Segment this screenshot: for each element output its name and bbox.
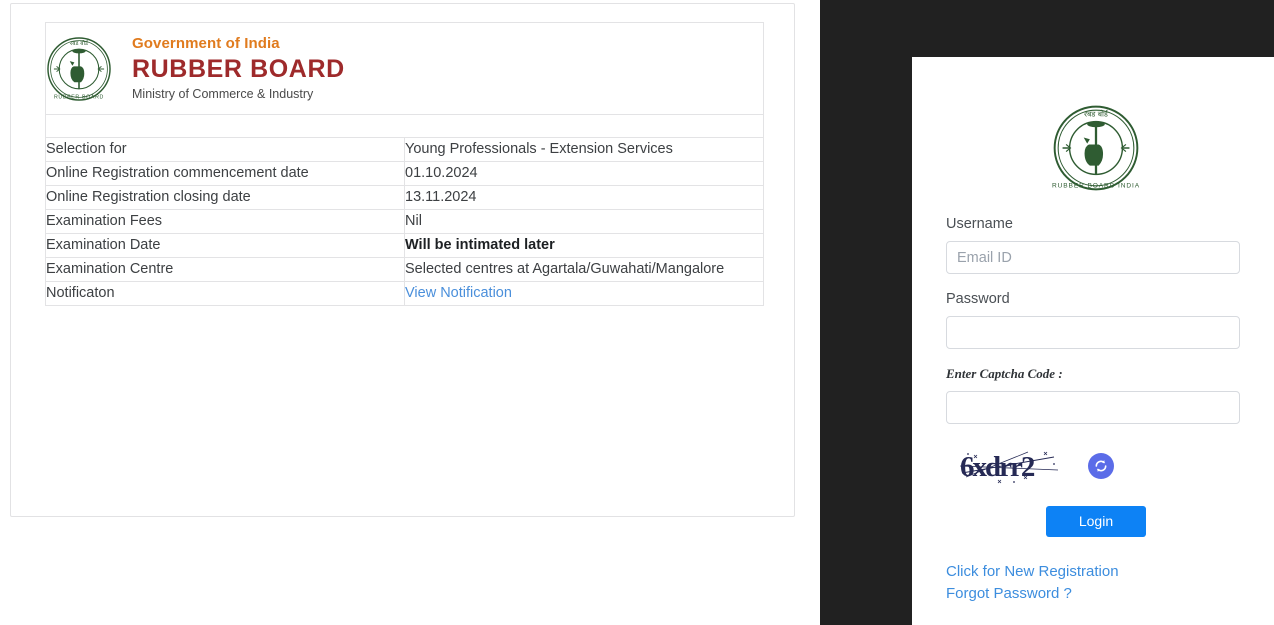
row-label-cell: Examination Fees [45,209,405,234]
login-form: रबड बोर्ड RUBBER BOARD INDIA Username Pa… [946,57,1246,605]
new-registration-link[interactable]: Click for New Registration [946,561,1246,583]
row-label-cell: Notificaton [45,281,405,306]
row-label-cell: Selection for [45,137,405,162]
refresh-glyph-icon [1095,460,1107,472]
auth-links: Click for New Registration Forgot Passwo… [946,561,1246,605]
table-row: Notificaton View Notification [45,281,764,306]
refresh-captcha-icon[interactable] [1088,453,1114,479]
login-button[interactable]: Login [1046,506,1146,537]
captcha-row: 6xdrr2 [946,446,1246,486]
password-input[interactable] [946,316,1240,349]
table-spacer-row [45,114,764,138]
row-value-cell: Young Professionals - Extension Services [404,137,764,162]
captcha-input[interactable] [946,391,1240,424]
login-logo-wrap: रबड बोर्ड RUBBER BOARD INDIA [946,57,1246,214]
row-value-cell: Nil [404,209,764,234]
login-button-row: Login [946,506,1246,537]
table-row: Online Registration commencement date 01.… [45,161,764,186]
recruitment-info-table: रबड बोर्ड RUBBER BOARD Government of Ind… [45,22,764,306]
page-root: रबड बोर्ड RUBBER BOARD Government of Ind… [0,0,1274,625]
table-row: Selection for Young Professionals - Exten… [45,137,764,162]
table-row: Examination Date Will be intimated later [45,233,764,258]
row-value-cell: Will be intimated later [404,233,764,258]
field-gap [946,274,1246,289]
svg-text:RUBBER BOARD INDIA: RUBBER BOARD INDIA [1052,183,1140,190]
notification-card: रबड बोर्ड RUBBER BOARD Government of Ind… [10,3,795,517]
table-row: Examination Centre Selected centres at Ag… [45,257,764,282]
government-of-india-label: Government of India [132,35,280,52]
rubber-board-emblem-icon: रबड बोर्ड RUBBER BOARD [47,36,111,101]
table-header-row: रबड बोर्ड RUBBER BOARD Government of Ind… [45,22,764,115]
forgot-password-link[interactable]: Forgot Password ? [946,583,1246,605]
row-value-cell: 13.11.2024 [404,185,764,210]
username-input[interactable] [946,241,1240,274]
svg-text:RUBBER BOARD: RUBBER BOARD [54,94,104,100]
row-label-cell: Examination Date [45,233,405,258]
branding-block: रबड बोर्ड RUBBER BOARD Government of Ind… [46,35,763,102]
left-content-pane: रबड बोर्ड RUBBER BOARD Government of Ind… [0,0,820,625]
branding-text-block: Government of India RUBBER BOARD Ministr… [132,35,345,102]
table-row: Examination Fees Nil [45,209,764,234]
row-value-cell[interactable]: View Notification [404,281,764,306]
row-value-cell: 01.10.2024 [404,161,764,186]
login-card: रबड बोर्ड RUBBER BOARD INDIA Username Pa… [912,57,1274,625]
captcha-image: 6xdrr2 [959,451,1059,484]
field-gap [946,349,1246,365]
info-table-body: रबड बोर्ड RUBBER BOARD Government of Ind… [45,22,764,138]
view-notification-link[interactable]: View Notification [405,285,512,301]
username-label: Username [946,216,1013,232]
rubber-board-title: RUBBER BOARD [132,55,345,83]
row-label-cell: Online Registration closing date [45,185,405,210]
captcha-label: Enter Captcha Code : [946,366,1063,381]
row-value-cell: Selected centres at Agartala/Guwahati/Ma… [404,257,764,282]
spacer-cell [45,114,764,138]
password-label: Password [946,291,1010,307]
table-row: Online Registration closing date 13.11.20… [45,185,764,210]
rubber-board-emblem-icon: रबड बोर्ड RUBBER BOARD INDIA [1052,105,1140,191]
info-rows-body: Selection for Young Professionals - Exten… [45,137,764,306]
branding-cell: रबड बोर्ड RUBBER BOARD Government of Ind… [45,22,764,115]
row-label-cell: Examination Centre [45,257,405,282]
row-label-cell: Online Registration commencement date [45,161,405,186]
svg-text:रबड बोर्ड: रबड बोर्ड [1084,109,1109,118]
ministry-label: Ministry of Commerce & Industry [132,87,314,101]
